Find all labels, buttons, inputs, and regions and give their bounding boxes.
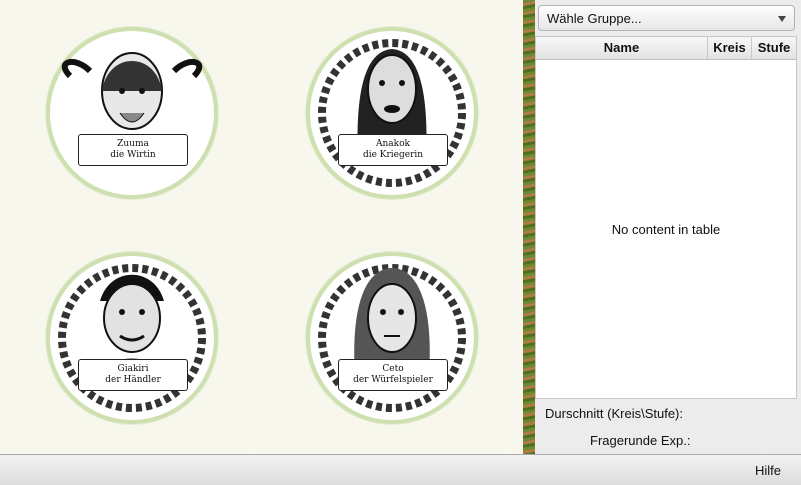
portrait-title: die Kriegerin: [362, 150, 424, 160]
chevron-down-icon[interactable]: [778, 16, 786, 22]
portrait-name: Ceto: [382, 364, 404, 374]
group-select[interactable]: Wähle Gruppe...: [538, 5, 795, 31]
portrait-name: Giakiri: [117, 364, 149, 374]
portrait-drawing: [318, 264, 466, 412]
column-header-stufe[interactable]: Stufe: [752, 37, 796, 59]
group-select-value: Wähle Gruppe...: [547, 11, 642, 26]
column-header-name[interactable]: Name: [536, 37, 708, 59]
column-header-kreis[interactable]: Kreis: [708, 37, 752, 59]
portrait-title: die Wirtin: [110, 150, 156, 160]
bottom-bar: Hilfe: [0, 454, 801, 485]
portrait-name: Zuuma: [117, 139, 149, 149]
portrait-giakiri[interactable]: Giakiri der Händler: [46, 252, 218, 424]
table-empty-message: No content in table: [611, 222, 721, 237]
group-panel: Wähle Gruppe... Name Kreis Stufe No cont…: [535, 0, 801, 454]
portrait-title: der Händler: [105, 375, 161, 385]
portrait-drawing: [318, 39, 466, 187]
portrait-zuuma[interactable]: Zuuma die Wirtin: [46, 27, 218, 199]
portrait-banner: Giakiri der Händler: [78, 359, 188, 391]
help-button[interactable]: Hilfe: [755, 463, 781, 478]
portrait-ceto[interactable]: Ceto der Würfelspieler: [306, 252, 478, 424]
portrait-drawing: [58, 264, 206, 412]
portrait-area: Zuuma die Wirtin Anakok die Kriegerin Gi…: [0, 0, 523, 454]
average-label: Durschnitt (Kreis\Stufe):: [545, 406, 683, 421]
portrait-title: der Würfelspieler: [353, 375, 433, 385]
portrait-banner: Zuuma die Wirtin: [78, 134, 188, 166]
table-header: Name Kreis Stufe: [536, 37, 796, 60]
exp-label: Fragerunde Exp.:: [590, 433, 691, 448]
portrait-anakok[interactable]: Anakok die Kriegerin: [306, 27, 478, 199]
pane-divider[interactable]: [523, 0, 535, 454]
group-table: Name Kreis Stufe No content in table: [535, 36, 797, 399]
portrait-banner: Anakok die Kriegerin: [338, 134, 448, 166]
portrait-drawing: [61, 52, 203, 130]
portrait-name: Anakok: [376, 139, 410, 149]
portrait-banner: Ceto der Würfelspieler: [338, 359, 448, 391]
